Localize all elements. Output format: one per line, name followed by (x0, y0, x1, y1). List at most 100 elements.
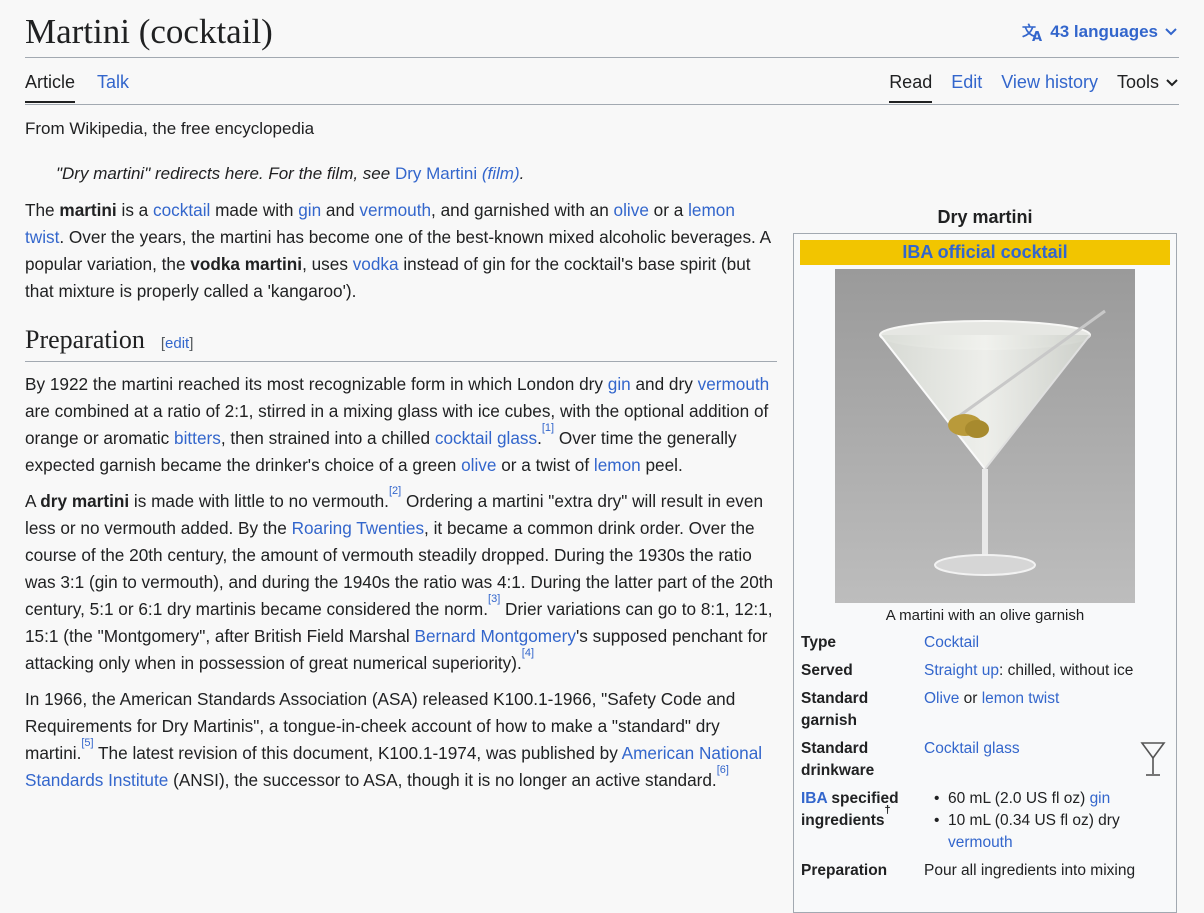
page-title: Martini (cocktail) (25, 12, 273, 51)
bold-term: dry martini (40, 491, 130, 511)
infobox-row-preparation: Preparation Pour all ingredients into mi… (800, 860, 1170, 882)
reference-6[interactable]: [6] (717, 764, 729, 776)
infobox-row-type: Type Cocktail (800, 632, 1170, 654)
text: peel. (640, 455, 683, 475)
list-item: 60 mL (2.0 US fl oz) gin (934, 788, 1170, 810)
hatnote-link-dry-martini[interactable]: Dry Martini (395, 164, 477, 183)
edit-section-link[interactable]: edit (165, 335, 189, 352)
infobox: IBA official cocktail A martini with an … (793, 233, 1177, 913)
page: Martini (cocktail) 文 A 43 languages Arti… (0, 0, 1204, 913)
link-roaring-twenties[interactable]: Roaring Twenties (292, 518, 424, 538)
link-cocktail[interactable]: Cocktail (924, 634, 979, 651)
tab-article[interactable]: Article (25, 72, 76, 103)
text: or (959, 690, 982, 707)
text: By 1922 the martini reached its most rec… (25, 374, 608, 394)
tab-talk[interactable]: Talk (97, 72, 129, 103)
section-heading-preparation: Preparation [edit] (25, 324, 777, 362)
preparation-paragraph-1: By 1922 the martini reached its most rec… (25, 371, 777, 479)
row-label: Standard garnish (801, 690, 869, 729)
text: 10 mL (0.34 US fl oz) dry (948, 812, 1120, 829)
reference-5[interactable]: [5] (81, 737, 93, 749)
preparation-paragraph-2: A dry martini is made with little to no … (25, 485, 777, 677)
row-label: Served (801, 662, 853, 679)
link-straight-up[interactable]: Straight up (924, 662, 999, 679)
reference-4[interactable]: [4] (522, 647, 534, 659)
intro-paragraph: The martini is a cocktail made with gin … (25, 197, 777, 305)
martini-photo[interactable] (835, 269, 1135, 603)
languages-label: 43 languages (1050, 22, 1158, 41)
section-title: Preparation (25, 325, 145, 354)
edit-section: [edit] (161, 330, 194, 357)
link-olive[interactable]: olive (461, 455, 496, 475)
row-label: Preparation (801, 862, 888, 879)
preparation-paragraph-3: In 1966, the American Standards Associat… (25, 686, 777, 794)
row-label: Standard drinkware (801, 740, 875, 779)
link-vodka[interactable]: vodka (353, 254, 399, 274)
text: and dry (630, 374, 698, 394)
link-gin[interactable]: gin (608, 374, 631, 394)
row-label: IBA specified ingredients† (800, 788, 924, 854)
text: 60 mL (2.0 US fl oz) (948, 790, 1090, 807)
chevron-down-icon (1165, 72, 1179, 93)
row-value: Pour all ingredients into mixing (924, 862, 1136, 879)
text: The latest revision of this document, K1… (93, 743, 622, 763)
dagger-note: † (884, 803, 891, 816)
infobox-caption: Dry martini (937, 207, 1033, 227)
link-vermouth[interactable]: vermouth (948, 834, 1013, 851)
link-bernard-montgomery[interactable]: Bernard Montgomery (415, 626, 576, 646)
reference-1[interactable]: [1] (542, 422, 554, 434)
ingredients-list: 60 mL (2.0 US fl oz) gin 10 mL (0.34 US … (924, 788, 1170, 854)
tab-edit[interactable]: Edit (951, 72, 982, 101)
text: (ANSI), the successor to ASA, though it … (168, 770, 717, 790)
iba-band-label: IBA official cocktail (902, 242, 1068, 262)
tab-read[interactable]: Read (889, 72, 933, 103)
title-divider (25, 57, 1179, 58)
link-olive[interactable]: Olive (924, 690, 959, 707)
text: is a (116, 200, 154, 220)
list-item: 10 mL (0.34 US fl oz) dry vermouth (934, 810, 1170, 854)
hatnote: "Dry martini" redirects here. For the fi… (56, 164, 524, 184)
link-cocktail-glass[interactable]: Cocktail glass (924, 740, 1020, 757)
infobox-row-served: Served Straight up: chilled, without ice (800, 660, 1170, 682)
reference-2[interactable]: [2] (389, 485, 401, 497)
bracket: ] (189, 335, 194, 352)
reference-3[interactable]: [3] (488, 593, 500, 605)
link-vermouth[interactable]: vermouth (359, 200, 431, 220)
text: , then strained into a chilled (220, 428, 435, 448)
tools-menu[interactable]: Tools (1117, 72, 1179, 101)
infobox-rows: Type Cocktail Served Straight up: chille… (800, 632, 1170, 882)
text: , and garnished with an (431, 200, 614, 220)
infobox-row-drinkware: Standard drinkware Cocktail glass (800, 738, 1170, 782)
martini-glass-icon[interactable] (1140, 740, 1166, 785)
link-cocktail-glass[interactable]: cocktail glass (435, 428, 537, 448)
iba-band[interactable]: IBA official cocktail (800, 240, 1170, 265)
bold-term: martini (59, 200, 117, 220)
text: : chilled, without ice (998, 662, 1134, 679)
hatnote-text: "Dry martini" redirects here. For the fi… (56, 164, 395, 183)
link-vermouth[interactable]: vermouth (698, 374, 770, 394)
translate-icon: 文 A (1022, 22, 1044, 42)
hatnote-end: . (519, 164, 525, 183)
image-caption: A martini with an olive garnish (885, 607, 1085, 624)
link-bitters[interactable]: bitters (174, 428, 221, 448)
site-tagline: From Wikipedia, the free encyclopedia (25, 119, 315, 138)
hatnote-link-film[interactable]: (film) (482, 164, 520, 183)
link-iba[interactable]: IBA (801, 790, 827, 807)
text: A (25, 491, 41, 511)
link-lemon-twist[interactable]: lemon twist (982, 690, 1060, 707)
link-lemon[interactable]: lemon (594, 455, 641, 475)
page-tabs: Article Talk Read Edit View history Tool… (25, 72, 1179, 105)
text: is made with little to no vermouth. (129, 491, 389, 511)
tab-view-history[interactable]: View history (1001, 72, 1098, 101)
link-cocktail[interactable]: cocktail (153, 200, 210, 220)
text: or a twist of (496, 455, 594, 475)
link-olive[interactable]: olive (614, 200, 649, 220)
text: made with (210, 200, 299, 220)
languages-button[interactable]: 文 A 43 languages (1022, 22, 1178, 42)
link-gin[interactable]: gin (1090, 790, 1111, 807)
bold-term: vodka martini (190, 254, 303, 274)
tools-label: Tools (1116, 72, 1159, 92)
link-gin[interactable]: gin (298, 200, 321, 220)
infobox-row-garnish: Standard garnish Olive or lemon twist (800, 688, 1170, 732)
chevron-down-icon (1164, 27, 1178, 37)
